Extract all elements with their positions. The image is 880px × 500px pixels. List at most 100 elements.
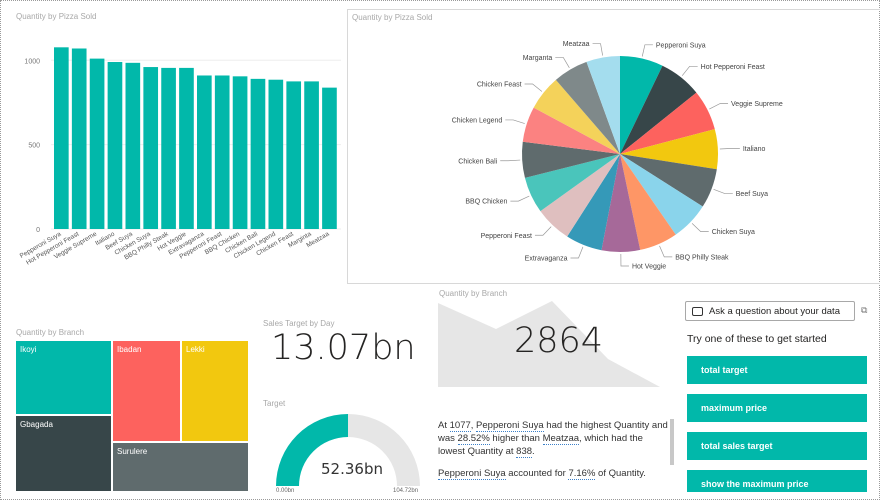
smart-narrative: At 1077, Pepperoni Suya had the highest … <box>438 419 670 480</box>
qa-input-placeholder: Ask a question about your data <box>709 305 840 317</box>
pie-leader-line <box>659 245 673 258</box>
narrative-paragraph-1: At 1077, Pepperoni Suya had the highest … <box>438 419 670 458</box>
bar[interactable] <box>161 67 176 229</box>
branch-card-title: Quantity by Branch <box>439 289 508 298</box>
y-tick-label: 500 <box>28 143 40 150</box>
bar[interactable] <box>143 67 159 229</box>
pie-leader-line <box>505 119 525 124</box>
narrative-text: higher than <box>489 433 543 444</box>
qa-input[interactable]: Ask a question about your data <box>685 301 855 321</box>
narrative-text: of Quantity. <box>595 468 646 479</box>
pie-leader-line <box>555 57 570 68</box>
pie-leader-line <box>709 103 729 110</box>
sales-card-title: Sales Target by Day <box>263 319 335 328</box>
narrative-value[interactable]: 838 <box>516 446 533 458</box>
treemap-tile-label: Surulere <box>117 447 148 456</box>
bar[interactable] <box>89 58 105 230</box>
pie-slice-label: Pepperoni Suya <box>656 42 706 49</box>
sales-card-value: 13.07bn <box>271 328 416 368</box>
qa-suggestion-button[interactable]: total sales target <box>687 432 867 460</box>
bar[interactable] <box>268 79 284 229</box>
bar[interactable] <box>322 87 337 229</box>
narrative-value[interactable]: 1077 <box>449 420 471 432</box>
treemap-tile-label: Gbagada <box>20 420 53 429</box>
pie-leader-line <box>681 65 698 76</box>
narrative-text: accounted for <box>505 468 569 479</box>
gauge-value: 52.36bn <box>321 460 383 478</box>
pie-slice-label: Veggie Supreme <box>731 101 783 108</box>
narrative-value[interactable]: Meatzaa <box>542 433 580 445</box>
pie-chart[interactable]: Pepperoni Suya Hot Pepperoni Feast Veggie … <box>348 10 880 285</box>
pie-slice-label: Chicken Bali <box>458 158 497 165</box>
bar[interactable] <box>54 47 69 229</box>
treemap-tile-label: Lekki <box>186 345 205 354</box>
pie-leader-line <box>500 159 521 162</box>
treemap-tile-surulere[interactable]: Surulere <box>112 442 249 492</box>
gauge-chart[interactable] <box>263 406 433 500</box>
pie-slice-label: Chicken Legend <box>452 117 503 124</box>
bar[interactable] <box>107 61 123 229</box>
pie-leader-line <box>592 43 603 56</box>
report-canvas: Quantity by Pizza Sold 0 500 1000 Pepperoni… <box>0 0 880 500</box>
treemap-tile-label: Ikoyi <box>20 345 37 354</box>
qa-intro-text: Try one of these to get started <box>687 333 827 345</box>
pie-slice-label: Marganta <box>523 55 553 62</box>
treemap-tile-lekki[interactable]: Lekki <box>181 340 249 442</box>
treemap-tile-gbagada[interactable]: Gbagada <box>15 415 112 492</box>
narrative-scrollbar[interactable] <box>670 419 674 465</box>
qa-suggestion-button[interactable]: total target <box>687 356 867 384</box>
pie-chart-visual[interactable]: Quantity by Pizza Sold Pepperoni Suya Hot… <box>347 9 880 284</box>
bar[interactable] <box>71 48 87 229</box>
narrative-value[interactable]: Pepperoni Suya <box>476 420 544 432</box>
treemap-title: Quantity by Branch <box>16 328 85 337</box>
bar-chart[interactable]: 05001000Pepperoni SuyaHot Pepperoni Feas… <box>1 21 346 283</box>
bar[interactable] <box>179 67 194 229</box>
pie-leader-line <box>713 188 733 194</box>
qa-tools-icon[interactable]: ⧉ <box>861 305 867 316</box>
pie-slice-label: Hot Veggie <box>632 263 666 270</box>
pie-slice-label: Hot Pepperoni Feast <box>701 64 765 71</box>
chat-bubble-icon <box>692 306 703 316</box>
bar[interactable] <box>250 78 266 229</box>
narrative-value[interactable]: 7.16% <box>568 468 596 480</box>
treemap-tile-label: Ibadan <box>117 345 142 354</box>
gauge-max-label: 104.72bn <box>393 488 419 494</box>
pie-leader-line <box>719 148 740 150</box>
narrative-text: At <box>438 420 450 431</box>
bar[interactable] <box>214 75 230 229</box>
bar[interactable] <box>304 81 319 230</box>
narrative-text: . <box>532 446 535 457</box>
narrative-value[interactable]: Pepperoni Suya <box>438 468 506 480</box>
pie-leader-line <box>620 253 629 267</box>
pie-slice-label: Beef Suya <box>736 191 768 198</box>
treemap-tile-ikoyi[interactable]: Ikoyi <box>15 340 112 415</box>
narrative-value[interactable]: 28.52% <box>457 433 490 445</box>
bar[interactable] <box>125 62 141 230</box>
y-tick-label: 1000 <box>24 58 40 65</box>
narrative-paragraph-2: Pepperoni Suya accounted for 7.16% of Qu… <box>438 467 670 480</box>
pie-slice-label: BBQ Chicken <box>465 199 507 206</box>
qa-suggestion-button[interactable]: maximum price <box>687 394 867 422</box>
branch-card-value: 2864 <box>514 321 604 361</box>
pie-slice-label: Meatzaa <box>563 41 590 48</box>
pie-slice-label: Chicken Feast <box>477 81 522 88</box>
bar[interactable] <box>197 75 212 229</box>
pie-slice-label: Chicken Suya <box>712 229 755 236</box>
pie-leader-line <box>510 195 530 202</box>
pie-leader-line <box>641 44 653 57</box>
treemap[interactable]: Ikoyi Gbagada Ibadan Lekki Surulere <box>15 340 249 492</box>
pie-leader-line <box>570 246 584 259</box>
qa-suggestion-button[interactable]: show the maximum price <box>687 470 867 492</box>
bar[interactable] <box>232 76 248 229</box>
pie-slice-label: Extravaganza <box>525 256 568 263</box>
pie-leader-line <box>524 83 543 92</box>
pie-leader-line <box>534 226 552 236</box>
pie-leader-line <box>691 223 709 232</box>
gauge-min-label: 0.00bn <box>276 488 295 494</box>
pie-slice-label: Pepperoni Feast <box>481 233 532 240</box>
pie-slice-label: BBQ Philly Steak <box>675 254 729 261</box>
treemap-tile-ibadan[interactable]: Ibadan <box>112 340 181 442</box>
y-tick-label: 0 <box>36 227 40 234</box>
pie-slice-label: Italiano <box>743 146 766 153</box>
bar[interactable] <box>286 81 302 230</box>
